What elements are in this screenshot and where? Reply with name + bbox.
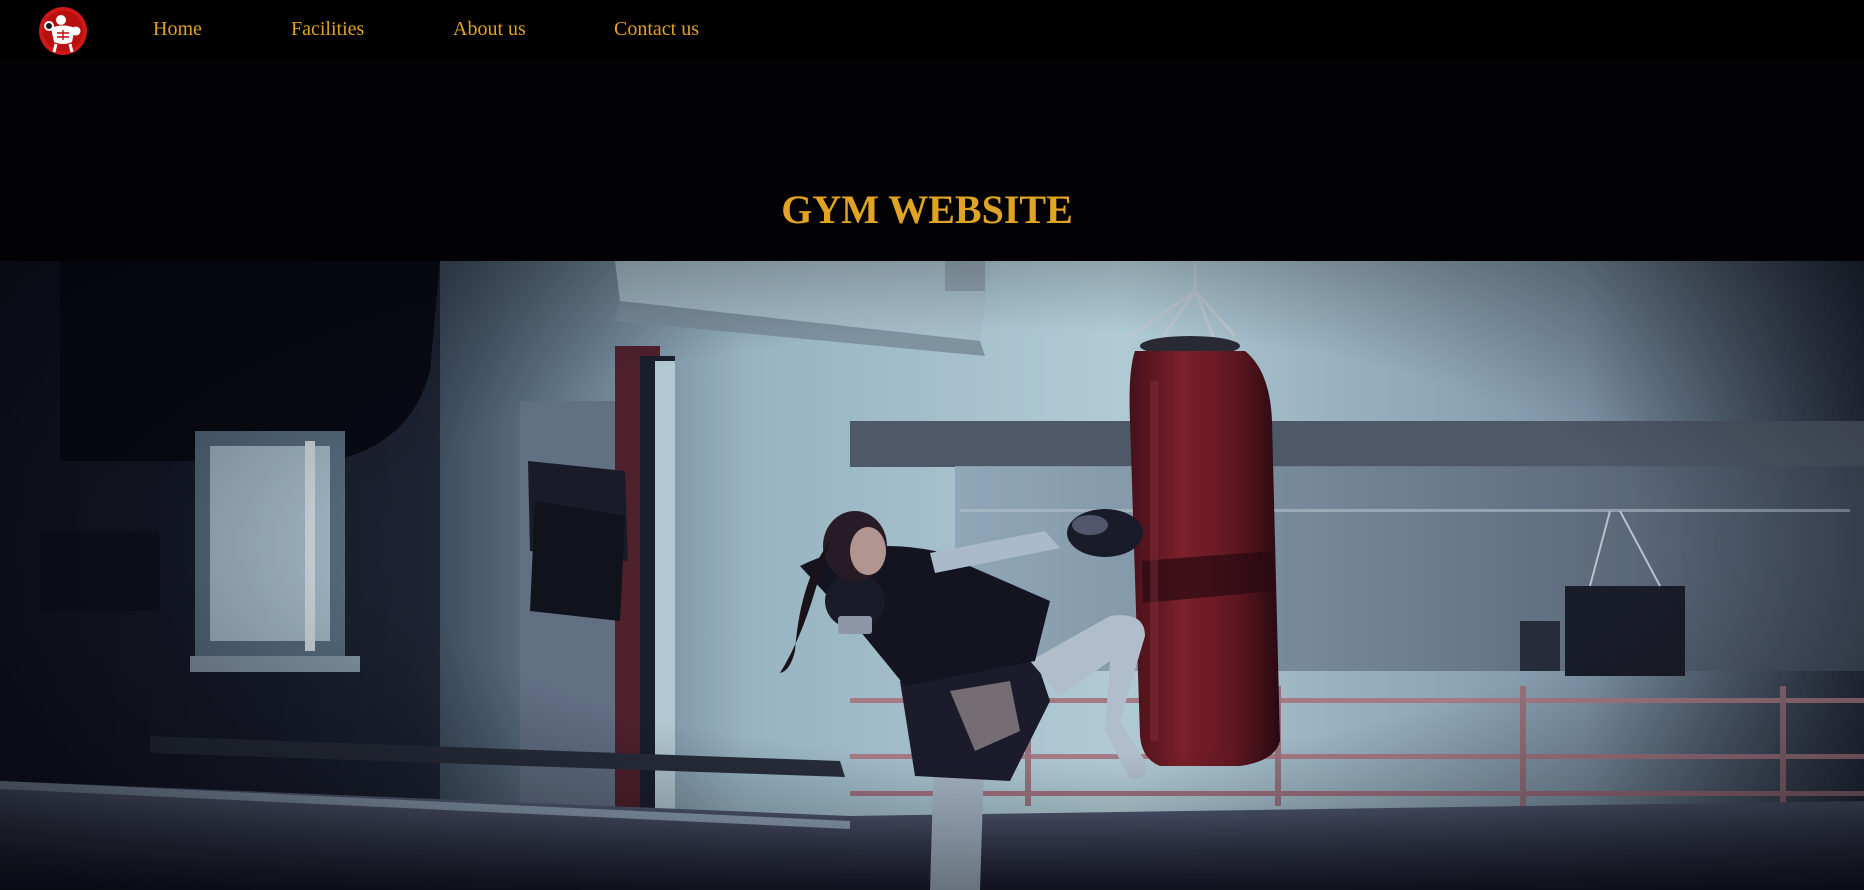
nav-contact-us-link[interactable]: Contact us	[614, 17, 699, 41]
gym-home-page: Home Facilities About us Contact us GYM …	[0, 0, 1864, 890]
nav-home-link[interactable]: Home	[153, 17, 202, 41]
page-title: GYM WEBSITE	[781, 187, 1073, 232]
boxer-logo-icon[interactable]	[38, 6, 88, 56]
top-navbar: Home Facilities About us Contact us	[0, 0, 1864, 60]
nav-about-us-link[interactable]: About us	[453, 17, 526, 41]
hero-image	[0, 261, 1864, 890]
nav-facilities-link[interactable]: Facilities	[291, 17, 364, 41]
